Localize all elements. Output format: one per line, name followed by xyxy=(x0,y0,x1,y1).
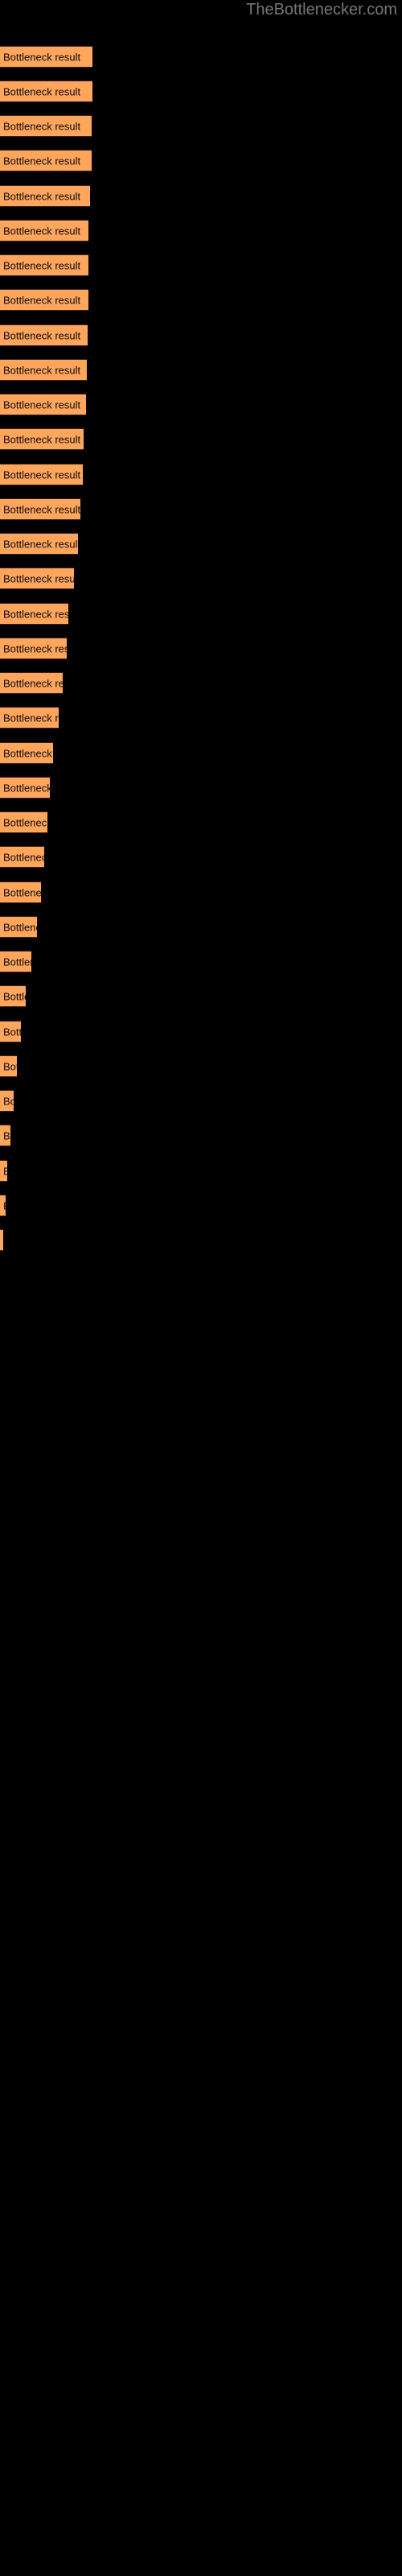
bottleneck-result-bar[interactable]: Bottleneck result xyxy=(0,1055,17,1077)
bottleneck-result-bar[interactable]: Bottleneck result xyxy=(0,498,80,520)
bottleneck-result-bar[interactable]: Bottleneck result xyxy=(0,1021,21,1042)
bar-label: Bottleneck result xyxy=(3,398,81,411)
bottleneck-result-bar[interactable]: Bottleneck result xyxy=(0,568,74,589)
bottleneck-result-bar[interactable]: Bottleneck result xyxy=(0,289,88,311)
bar-label: Bottleneck result xyxy=(3,155,81,167)
bar-label: Bottleneck result xyxy=(3,538,78,550)
bar-label: Bottleneck result xyxy=(3,677,63,689)
bottleneck-result-bar[interactable]: Bottleneck result xyxy=(0,185,90,207)
bottleneck-result-bar[interactable]: Bottleneck result xyxy=(0,811,47,833)
bottleneck-result-bar[interactable]: Bottleneck result xyxy=(0,533,78,555)
bar-label: Bottleneck result xyxy=(3,85,81,97)
bar-label: Bottleneck result xyxy=(3,1129,10,1141)
bar-label: Bottleneck result xyxy=(3,120,81,132)
bar-label: Bottleneck result xyxy=(3,1199,6,1212)
bar-label: Bottleneck result xyxy=(3,1026,21,1038)
bar-label: Bottleneck result xyxy=(3,782,50,794)
bar-label: Bottleneck result xyxy=(3,1060,17,1072)
bar-label: Bottleneck result xyxy=(3,990,26,1002)
bottleneck-result-bar[interactable]: Bottleneck result xyxy=(0,464,83,485)
bar-label: Bottleneck result xyxy=(3,1095,14,1107)
bottleneck-result-bar[interactable]: Bottleneck result xyxy=(0,428,84,450)
bottleneck-result-bar[interactable]: Bottleneck result xyxy=(0,254,88,276)
bar-label: Bottleneck result xyxy=(3,190,81,202)
bar-label: Bottleneck result xyxy=(3,712,59,724)
bottleneck-result-bar[interactable]: Bottleneck result xyxy=(0,916,37,938)
bar-label: Bottleneck result xyxy=(3,956,31,968)
bottleneck-result-bar[interactable]: Bottleneck result xyxy=(0,220,88,242)
bar-label: Bottleneck result xyxy=(3,608,68,620)
bottleneck-result-bar[interactable]: Bottleneck result xyxy=(0,742,53,764)
bar-label: Bottleneck result xyxy=(3,747,53,759)
bar-label: Bottleneck result xyxy=(3,364,81,376)
bar-label: Bottleneck result xyxy=(3,294,81,306)
bottleneck-result-bar[interactable]: Bottleneck result xyxy=(0,359,87,381)
bottleneck-result-bar[interactable]: Bottleneck result xyxy=(0,1090,14,1112)
bottleneck-result-bar[interactable]: Bottleneck result xyxy=(0,638,67,659)
bar-label: Bottleneck result xyxy=(3,572,74,584)
bottleneck-result-bar[interactable]: Bottleneck result xyxy=(0,603,68,625)
bottleneck-result-bar[interactable]: Bottleneck result xyxy=(0,1229,3,1251)
bottleneck-result-bar[interactable]: Bottleneck result xyxy=(0,1125,10,1146)
bottleneck-result-bar[interactable]: Bottleneck result xyxy=(0,394,86,415)
bottleneck-result-bar[interactable]: Bottleneck result xyxy=(0,46,92,68)
bar-label: Bottleneck result xyxy=(3,642,67,654)
bar-label: Bottleneck result xyxy=(3,433,81,445)
bottleneck-result-bar[interactable]: Bottleneck result xyxy=(0,324,88,346)
bottleneck-result-bar[interactable]: Bottleneck result xyxy=(0,985,26,1007)
bottleneck-result-bar[interactable]: Bottleneck result xyxy=(0,150,92,171)
bottleneck-result-bar[interactable]: Bottleneck result xyxy=(0,846,44,868)
bar-label: Bottleneck result xyxy=(3,469,81,481)
bar-label: Bottleneck result xyxy=(3,51,81,63)
bar-label: Bottleneck result xyxy=(3,886,41,898)
bar-label: Bottleneck result xyxy=(3,259,81,271)
bottleneck-result-bar[interactable]: Bottleneck result xyxy=(0,777,50,799)
bar-label: Bottleneck result xyxy=(3,329,81,341)
bottleneck-result-bar[interactable]: Bottleneck result xyxy=(0,672,63,694)
bottleneck-result-bar[interactable]: Bottleneck result xyxy=(0,951,31,972)
bottleneck-result-bar[interactable]: Bottleneck result xyxy=(0,80,92,102)
bar-label: Bottleneck result xyxy=(3,816,47,828)
bottleneck-result-bar[interactable]: Bottleneck result xyxy=(0,1160,7,1182)
bottleneck-result-bar[interactable]: Bottleneck result xyxy=(0,707,59,729)
bottleneck-bar-chart: Bottleneck result Bottleneck result Bottle… xyxy=(0,0,402,2576)
bar-label: Bottleneck result xyxy=(3,503,80,515)
bar-label: Bottleneck result xyxy=(3,1165,7,1177)
bottleneck-result-bar[interactable]: Bottleneck result xyxy=(0,1195,6,1216)
bar-label: Bottleneck result xyxy=(3,921,37,933)
bar-label: Bottleneck result xyxy=(3,851,44,863)
bar-label: Bottleneck result xyxy=(3,225,81,237)
bottleneck-result-bar[interactable]: Bottleneck result xyxy=(0,115,92,137)
bottleneck-result-bar[interactable]: Bottleneck result xyxy=(0,881,41,903)
